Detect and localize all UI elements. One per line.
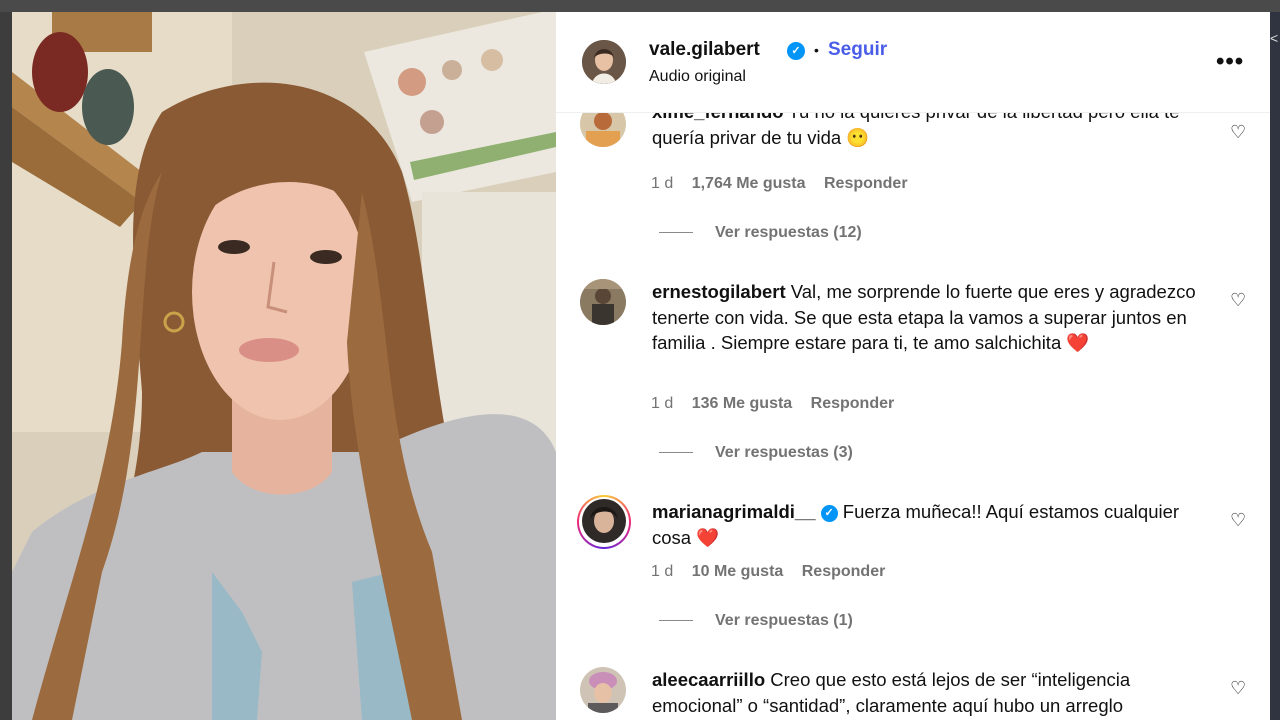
comment-username[interactable]: ernestogilabert — [652, 281, 786, 302]
comment-meta: 1 d 1,764 Me gusta Responder — [651, 175, 922, 193]
comment-avatar[interactable] — [582, 499, 626, 543]
view-replies-button[interactable]: Ver respuestas (12) — [659, 224, 862, 242]
backdrop-right: < — [1270, 12, 1280, 720]
comment-avatar[interactable] — [580, 113, 626, 147]
comment-text: xime_fernando Tu no la quieres privar de… — [652, 113, 1197, 150]
comment-item: aleecaarriillo Creo que esto está lejos … — [556, 655, 1270, 720]
reply-button[interactable]: Responder — [811, 395, 895, 412]
comment-meta: 1 d 136 Me gusta Responder — [651, 395, 908, 413]
comment-item: ernestogilabert Val, me sorprende lo fue… — [556, 267, 1270, 467]
view-replies-button[interactable]: Ver respuestas (1) — [659, 612, 853, 630]
author-avatar[interactable] — [582, 40, 626, 84]
post-details-panel: vale.gilabert ✓ • Seguir Audio original … — [556, 12, 1270, 720]
verified-badge-icon: ✓ — [787, 42, 805, 60]
comment-avatar-image — [580, 113, 626, 147]
verified-badge-icon: ✓ — [820, 504, 838, 522]
reply-button[interactable]: Responder — [824, 175, 908, 192]
comment-time: 1 d — [651, 175, 674, 192]
heart-outline-icon[interactable]: ♡ — [1230, 678, 1246, 699]
heart-outline-icon[interactable]: ♡ — [1230, 290, 1246, 311]
close-icon[interactable]: < — [1270, 30, 1278, 46]
comment-avatar[interactable] — [580, 279, 626, 325]
video-frame-illustration — [12, 12, 556, 720]
replies-divider — [659, 620, 693, 622]
comment-likes[interactable]: 1,764 Me gusta — [692, 175, 806, 192]
post-modal: vale.gilabert ✓ • Seguir Audio original … — [12, 12, 1270, 720]
comment-time: 1 d — [651, 563, 674, 580]
comment-avatar-image — [582, 499, 626, 543]
separator-dot: • — [814, 42, 819, 58]
comment-username[interactable]: aleecaarriillo — [652, 669, 765, 690]
replies-divider — [659, 452, 693, 454]
post-video[interactable] — [12, 12, 556, 720]
backdrop-top — [0, 0, 1280, 12]
comment-avatar-image — [580, 279, 626, 325]
author-username[interactable]: vale.gilabert — [649, 39, 760, 61]
comment-text: aleecaarriillo Creo que esto está lejos … — [652, 667, 1197, 720]
comment-item: marianagrimaldi__ ✓ Fuerza muñeca!! Aquí… — [556, 487, 1270, 637]
comments-list[interactable]: xime_fernando Tu no la quieres privar de… — [556, 113, 1270, 720]
comment-likes[interactable]: 10 Me gusta — [692, 563, 784, 580]
view-replies-label: Ver respuestas (3) — [715, 444, 853, 461]
comment-item: xime_fernando Tu no la quieres privar de… — [556, 113, 1270, 241]
heart-outline-icon[interactable]: ♡ — [1230, 510, 1246, 531]
more-options-icon[interactable]: ••• — [1216, 48, 1244, 76]
view-replies-label: Ver respuestas (12) — [715, 224, 862, 241]
comment-username[interactable]: marianagrimaldi__ — [652, 501, 816, 522]
view-replies-label: Ver respuestas (1) — [715, 612, 853, 629]
comment-username[interactable]: xime_fernando — [652, 113, 784, 122]
reply-button[interactable]: Responder — [802, 563, 886, 580]
comment-time: 1 d — [651, 395, 674, 412]
comment-text: marianagrimaldi__ ✓ Fuerza muñeca!! Aquí… — [652, 499, 1197, 550]
view-replies-button[interactable]: Ver respuestas (3) — [659, 444, 853, 462]
follow-button[interactable]: Seguir — [828, 39, 887, 61]
comment-avatar-image — [580, 667, 626, 713]
audio-label[interactable]: Audio original — [649, 68, 746, 86]
author-avatar-image — [582, 40, 626, 84]
comment-avatar[interactable] — [580, 667, 626, 713]
backdrop-left — [0, 12, 12, 720]
comment-text: ernestogilabert Val, me sorprende lo fue… — [652, 279, 1197, 356]
comment-likes[interactable]: 136 Me gusta — [692, 395, 792, 412]
heart-outline-icon[interactable]: ♡ — [1230, 122, 1246, 143]
post-header: vale.gilabert ✓ • Seguir Audio original … — [556, 12, 1270, 113]
replies-divider — [659, 232, 693, 234]
comment-meta: 1 d 10 Me gusta Responder — [651, 563, 899, 581]
